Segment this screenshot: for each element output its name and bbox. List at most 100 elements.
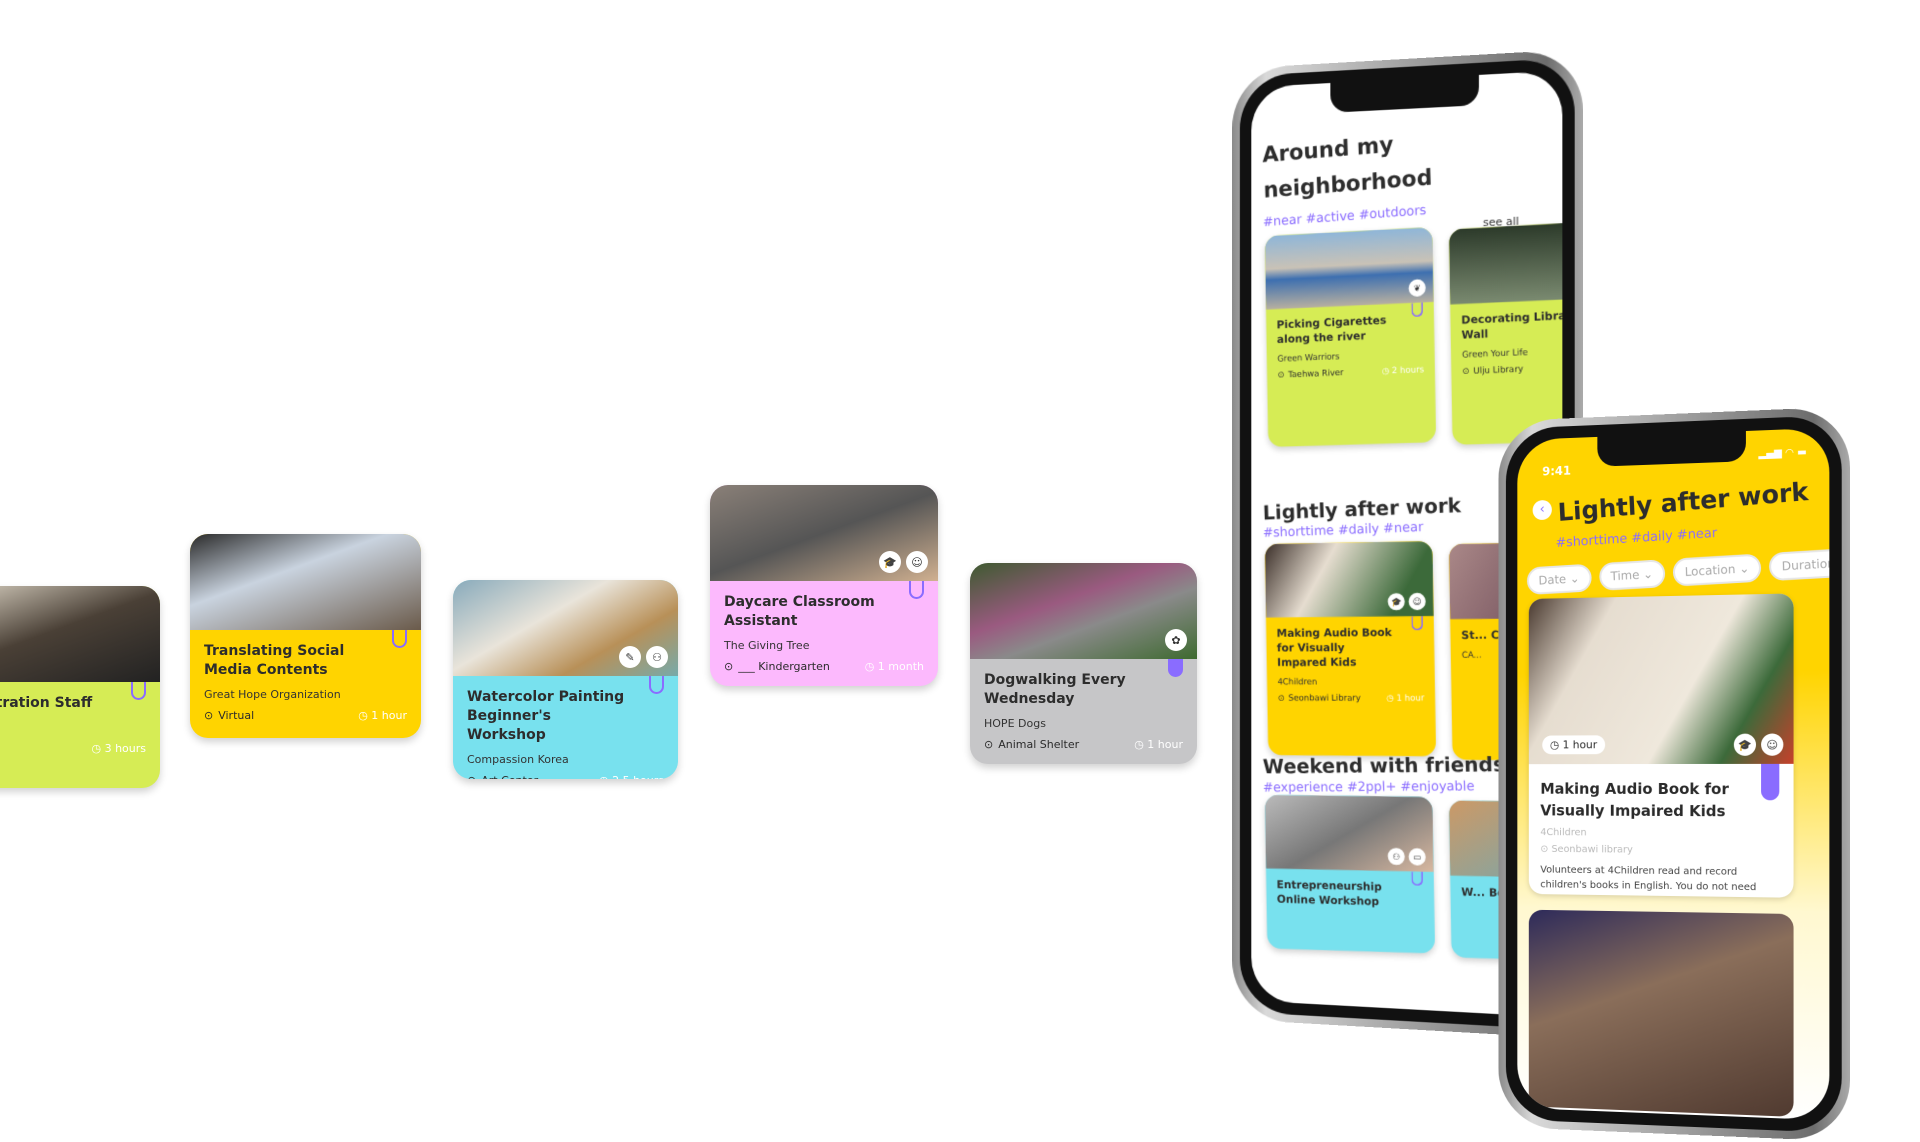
- location-text: Ulju Library: [1473, 363, 1524, 376]
- card-title: Decorating Library Wall: [1461, 309, 1563, 342]
- activity-card[interactable]: Translating Social Media Contents Great H…: [190, 534, 421, 738]
- card-title: Picking Cigarettes along the river: [1276, 314, 1387, 347]
- filter-duration[interactable]: Duration ⌄: [1769, 547, 1830, 582]
- filter-time[interactable]: Time ⌄: [1598, 559, 1666, 591]
- card-image: ✎ ⚇: [453, 580, 678, 676]
- location-text: Virtual: [218, 709, 255, 722]
- card-location: ⊙ Seonbawi Library: [1278, 693, 1361, 703]
- card-badges: ✎ ⚇: [619, 646, 668, 668]
- card-location: ⊙ Virtual: [204, 709, 254, 722]
- bookmark-tab[interactable]: [1761, 763, 1780, 801]
- filter-date[interactable]: Date ⌄: [1526, 563, 1592, 596]
- duration-text: 2.5 hours: [612, 774, 664, 779]
- baby-face-icon: ☺: [906, 551, 928, 573]
- card-meta: ⊙Office◷ 3 hours: [0, 742, 146, 755]
- activity-card[interactable]: 🎓 ☺ Daycare Classroom Assistant The Giving …: [710, 485, 938, 686]
- card-meta: ⊙ Taehwa River ◷ 2 hours: [1277, 364, 1424, 380]
- chevron-down-icon: ⌄: [1639, 566, 1654, 582]
- card-image: ◷ 1 hour 🎓 ☺: [1528, 593, 1794, 765]
- card-duration: ◷ 1 hour: [358, 709, 407, 722]
- bookmark-tab[interactable]: [392, 630, 407, 648]
- card-body: Decorating Library Wall Green Your Life ⊙ U…: [1450, 297, 1562, 385]
- phone-detail: 9:41 ▂▄▆ ◠ ▬ ‹ Lightly after work #short…: [1498, 406, 1850, 1142]
- card-body: Time stration Staff NGO ⊙Office◷ 3 hours: [0, 682, 160, 765]
- paintbrush-icon: ✎: [619, 646, 641, 668]
- filter-label: Date: [1538, 572, 1567, 588]
- location-pin-icon: ⊙: [1462, 365, 1470, 377]
- people-icon: ⚇: [646, 646, 668, 668]
- chevron-down-icon: ⌄: [1735, 561, 1750, 577]
- bookmark-tab[interactable]: [909, 581, 924, 599]
- location-text: Taehwa River: [1288, 367, 1344, 380]
- card-meta: ⊙ Art Center ◷ 2.5 hours: [467, 774, 664, 779]
- card-body: Dogwalking Every Wednesday HOPE Dogs ⊙ Anim…: [970, 659, 1197, 761]
- location-pin-icon: ⊙: [1277, 369, 1285, 380]
- filter-label: Duration: [1781, 556, 1830, 574]
- location-text: Animal Shelter: [998, 738, 1080, 751]
- card-badges: 🎓 ☺: [879, 551, 928, 573]
- card-location: ⊙ ___ Kindergarten: [724, 660, 830, 673]
- location-text: Seonbawi Library: [1288, 692, 1361, 703]
- card-badges: 🎓 ☺: [1387, 592, 1426, 611]
- bookmark-tab[interactable]: [1168, 659, 1183, 677]
- section-tags: #experience #2ppl+ #enjoyable: [1262, 779, 1475, 796]
- location-pin-icon: ⊙: [1277, 692, 1285, 703]
- card-body: Picking Cigarettes along the river Green …: [1266, 302, 1435, 388]
- card-image: 🎓 ☺: [710, 485, 938, 581]
- card-meta: ⊙ Seonbawi Library ◷ 1 hour: [1278, 693, 1425, 703]
- card-body: Entrepreneurship Online Workshop: [1266, 869, 1435, 919]
- phone-notch: [1330, 74, 1479, 113]
- card-duration: ◷ 1 hour: [1134, 738, 1183, 751]
- location-pin-icon: ⊙: [984, 738, 994, 751]
- card-org: HOPE Dogs: [984, 717, 1046, 730]
- card-org: Green Your Life: [1461, 346, 1528, 360]
- location-pin-icon: ⊙: [204, 709, 214, 722]
- bookmark-tab[interactable]: [1411, 302, 1424, 318]
- bookmark-tab[interactable]: [1411, 616, 1424, 631]
- card-duration: ◷ 2 hours: [1381, 364, 1425, 376]
- card-image: [0, 586, 160, 682]
- chevron-down-icon: ⌄: [1565, 571, 1580, 586]
- status-time: 9:41: [1542, 463, 1572, 479]
- bookmark-tab[interactable]: [131, 682, 146, 700]
- back-button[interactable]: ‹: [1532, 499, 1552, 521]
- duration-text: 1 hour: [1396, 692, 1425, 704]
- card-body: Translating Social Media Contents Great H…: [190, 630, 421, 732]
- activity-card[interactable]: Decorating Library Wall Green Your Life ⊙ U…: [1448, 219, 1563, 445]
- activity-card[interactable]: ✎ ⚇ Watercolor Painting Beginner's Worksho…: [453, 580, 678, 779]
- bookmark-tab[interactable]: [649, 676, 664, 694]
- page-title: Lightly after work: [1557, 476, 1810, 527]
- card-org: NGO: [0, 721, 146, 734]
- status-icons: ▂▄▆ ◠ ▬: [1758, 446, 1807, 460]
- card-badges: ⚇ ▭: [1387, 847, 1426, 866]
- activity-card[interactable]: ❦ Picking Cigarettes along the river Green…: [1264, 226, 1437, 448]
- card-title: Dogwalking Every Wednesday: [984, 672, 1126, 707]
- card-badges: ✿: [1165, 629, 1187, 651]
- duration-text: 1 hour: [1562, 738, 1598, 752]
- bookmark-tab[interactable]: [1411, 871, 1424, 886]
- card-duration: ◷ 3 hours: [91, 742, 146, 755]
- featured-card[interactable]: ◷ 1 hour 🎓 ☺ Making Audio Book for Visual…: [1528, 593, 1794, 898]
- card-title: Making Audio Book for Visually Impaired …: [1540, 779, 1729, 821]
- duration-text: 1 month: [877, 660, 924, 673]
- activity-card[interactable]: ✿ Dogwalking Every Wednesday HOPE Dogs ⊙ Ani…: [970, 563, 1197, 764]
- card-image: [190, 534, 421, 630]
- card-org: The Giving Tree: [724, 639, 810, 652]
- activity-card[interactable]: ⚇ ▭ Entrepreneurship Online Workshop: [1264, 794, 1436, 954]
- category-screen: 9:41 ▂▄▆ ◠ ▬ ‹ Lightly after work #short…: [1517, 427, 1830, 1121]
- activity-card[interactable]: Time stration Staff NGO ⊙Office◷ 3 hours: [0, 586, 160, 788]
- next-card-image[interactable]: [1528, 909, 1794, 1117]
- location-pin-icon: ⊙: [724, 660, 734, 673]
- card-location: ⊙ Animal Shelter: [984, 738, 1079, 751]
- card-org: 4Children: [1277, 676, 1318, 687]
- filter-bar: Date ⌄Time ⌄Location ⌄Duration ⌄: [1526, 547, 1830, 596]
- monitor-icon: ▭: [1408, 848, 1426, 866]
- card-org: Great Hope Organization: [204, 688, 341, 701]
- filter-label: Location: [1684, 562, 1736, 580]
- card-location: ⊙ Ulju Library: [1462, 364, 1523, 377]
- card-title: Watercolor Painting Beginner's Workshop: [467, 689, 625, 743]
- activity-card[interactable]: 🎓 ☺ Making Audio Book for Visually Impared…: [1264, 540, 1437, 757]
- card-body: Watercolor Painting Beginner's Workshop C…: [453, 676, 678, 779]
- filter-location[interactable]: Location ⌄: [1672, 553, 1762, 587]
- graduation-cap-icon: 🎓: [879, 551, 901, 573]
